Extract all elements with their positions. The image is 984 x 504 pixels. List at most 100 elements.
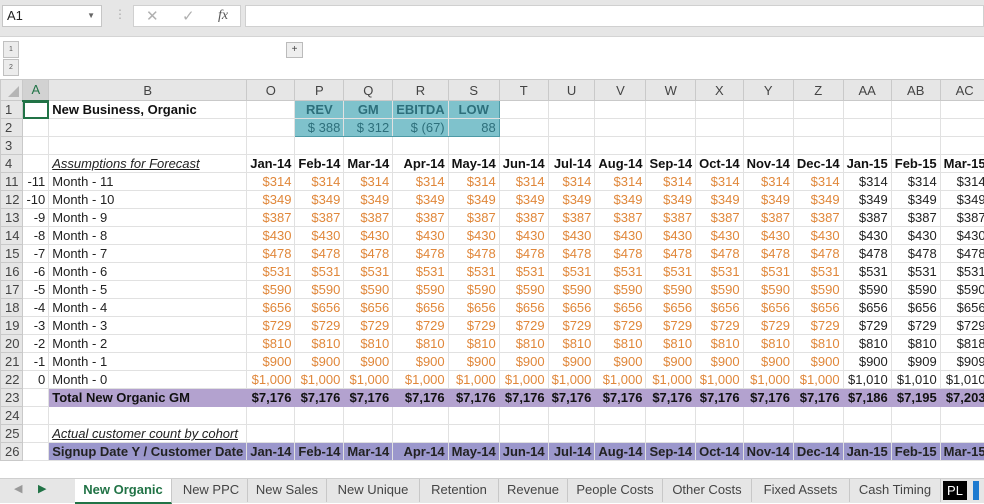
value-cell[interactable]: $430 <box>295 227 344 245</box>
value-cell[interactable]: $531 <box>344 263 393 281</box>
column-header[interactable]: B <box>49 80 247 101</box>
cell[interactable] <box>595 119 646 137</box>
value-cell[interactable]: $387 <box>548 209 595 227</box>
column-header[interactable]: S <box>448 80 499 101</box>
value-cell[interactable]: $729 <box>646 317 696 335</box>
cell[interactable] <box>548 137 595 155</box>
total-value-cell[interactable]: $7,176 <box>499 389 548 407</box>
cohort-label[interactable]: Actual customer count by cohort <box>49 425 247 443</box>
value-cell[interactable]: $590 <box>295 281 344 299</box>
cancel-icon[interactable]: ✕ <box>146 7 159 25</box>
sheet-tab-new-sales[interactable]: New Sales <box>248 479 327 502</box>
cell[interactable] <box>696 425 743 443</box>
value-cell[interactable]: $656 <box>940 299 984 317</box>
month-header[interactable]: Mar-15 <box>940 155 984 173</box>
cell[interactable] <box>843 101 891 119</box>
cell[interactable] <box>743 425 793 443</box>
cell[interactable] <box>646 407 696 425</box>
value-cell[interactable]: $430 <box>891 227 940 245</box>
value-cell[interactable]: $531 <box>499 263 548 281</box>
row-label[interactable]: Month - 5 <box>49 281 247 299</box>
value-cell[interactable]: $729 <box>891 317 940 335</box>
cohort-month-header[interactable]: Aug-14 <box>595 443 646 461</box>
value-cell[interactable]: $729 <box>295 317 344 335</box>
cell[interactable] <box>548 425 595 443</box>
cell[interactable] <box>23 119 49 137</box>
value-cell[interactable]: $478 <box>344 245 393 263</box>
value-cell[interactable]: $810 <box>295 335 344 353</box>
value-cell[interactable]: $314 <box>891 173 940 191</box>
select-all-button[interactable] <box>1 80 23 101</box>
value-cell[interactable]: $531 <box>548 263 595 281</box>
row-header[interactable]: 17 <box>1 281 23 299</box>
row-label[interactable]: Month - 9 <box>49 209 247 227</box>
value-cell[interactable]: $349 <box>891 191 940 209</box>
total-value-cell[interactable]: $7,186 <box>843 389 891 407</box>
cell[interactable] <box>696 119 743 137</box>
value-cell[interactable]: $656 <box>448 299 499 317</box>
month-offset[interactable]: -10 <box>23 191 49 209</box>
cell[interactable] <box>595 425 646 443</box>
value-cell[interactable]: $531 <box>595 263 646 281</box>
cell[interactable] <box>940 425 984 443</box>
sheet-tab-other-costs[interactable]: Other Costs <box>663 479 752 502</box>
value-cell[interactable]: $729 <box>743 317 793 335</box>
month-header[interactable]: May-14 <box>448 155 499 173</box>
value-cell[interactable]: $349 <box>940 191 984 209</box>
value-cell[interactable]: $349 <box>499 191 548 209</box>
cohort-month-header[interactable]: Feb-15 <box>891 443 940 461</box>
value-cell[interactable]: $900 <box>595 353 646 371</box>
value-cell[interactable]: $590 <box>247 281 295 299</box>
value-cell[interactable]: $900 <box>646 353 696 371</box>
cell[interactable] <box>646 137 696 155</box>
cell[interactable] <box>793 425 843 443</box>
value-cell[interactable]: $729 <box>595 317 646 335</box>
value-cell[interactable]: $729 <box>344 317 393 335</box>
cell[interactable] <box>595 101 646 119</box>
cell[interactable] <box>743 407 793 425</box>
sheet-tab-fixed-assets[interactable]: Fixed Assets <box>752 479 850 502</box>
value-cell[interactable]: $531 <box>247 263 295 281</box>
value-cell[interactable]: $818 <box>940 335 984 353</box>
value-cell[interactable]: $314 <box>646 173 696 191</box>
column-header[interactable]: U <box>548 80 595 101</box>
cohort-month-header[interactable]: May-14 <box>448 443 499 461</box>
value-cell[interactable]: $590 <box>646 281 696 299</box>
value-cell[interactable]: $478 <box>646 245 696 263</box>
cohort-month-header[interactable]: Nov-14 <box>743 443 793 461</box>
kpi-header-gm[interactable]: GM <box>344 101 393 119</box>
value-cell[interactable]: $729 <box>843 317 891 335</box>
row-header[interactable]: 4 <box>1 155 23 173</box>
cohort-month-header[interactable]: Sep-14 <box>646 443 696 461</box>
cell[interactable] <box>344 137 393 155</box>
cell[interactable] <box>843 119 891 137</box>
kpi-header-rev[interactable]: REV <box>295 101 344 119</box>
total-value-cell[interactable]: $7,176 <box>743 389 793 407</box>
cell[interactable] <box>247 137 295 155</box>
column-header[interactable]: AC <box>940 80 984 101</box>
value-cell[interactable]: $729 <box>696 317 743 335</box>
row-label[interactable]: Month - 11 <box>49 173 247 191</box>
month-header[interactable]: Feb-15 <box>891 155 940 173</box>
value-cell[interactable]: $430 <box>344 227 393 245</box>
value-cell[interactable]: $430 <box>793 227 843 245</box>
month-offset[interactable]: -5 <box>23 281 49 299</box>
month-offset[interactable]: -3 <box>23 317 49 335</box>
row-header[interactable]: 23 <box>1 389 23 407</box>
value-cell[interactable]: $656 <box>743 299 793 317</box>
value-cell[interactable]: $478 <box>940 245 984 263</box>
value-cell[interactable]: $430 <box>940 227 984 245</box>
row-header[interactable]: 13 <box>1 209 23 227</box>
value-cell[interactable]: $1,000 <box>595 371 646 389</box>
value-cell[interactable]: $810 <box>696 335 743 353</box>
month-offset[interactable]: -8 <box>23 227 49 245</box>
cohort-header-label[interactable]: Signup Date Y / Customer Date <box>49 443 247 461</box>
value-cell[interactable]: $1,010 <box>940 371 984 389</box>
cell[interactable] <box>940 407 984 425</box>
row-header[interactable]: 20 <box>1 335 23 353</box>
total-value-cell[interactable]: $7,203 <box>940 389 984 407</box>
cell[interactable] <box>23 155 49 173</box>
value-cell[interactable]: $729 <box>548 317 595 335</box>
month-header[interactable]: Oct-14 <box>696 155 743 173</box>
total-value-cell[interactable]: $7,176 <box>344 389 393 407</box>
